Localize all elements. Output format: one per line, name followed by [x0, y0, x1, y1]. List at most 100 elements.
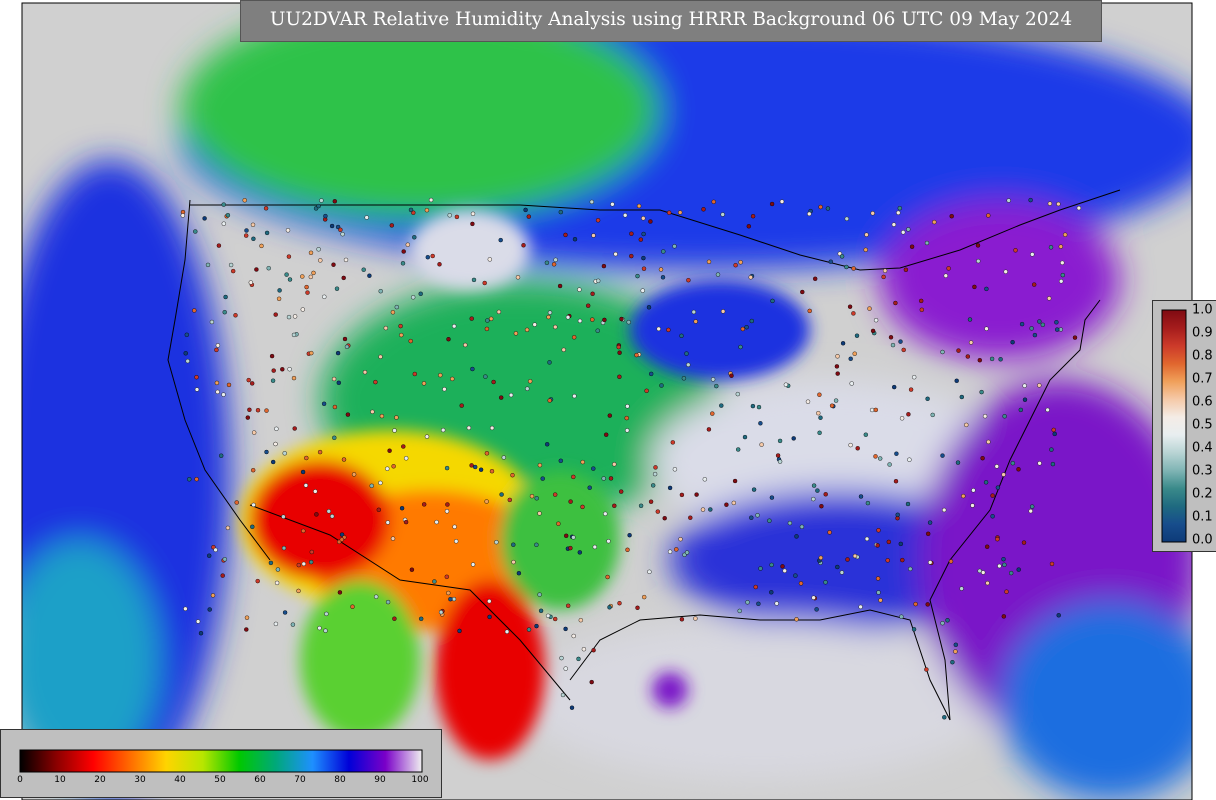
station-dot	[835, 564, 840, 570]
station-dot	[666, 327, 671, 333]
station-dot	[1050, 461, 1056, 467]
station-dot	[422, 502, 427, 507]
station-dot	[508, 392, 514, 398]
station-dot	[470, 366, 475, 372]
station-dot	[858, 604, 863, 610]
station-dot	[848, 442, 853, 448]
station-dot	[187, 477, 192, 482]
station-dot	[1006, 198, 1011, 203]
obs-tick: 0.6	[1192, 394, 1213, 410]
station-dot	[919, 307, 924, 312]
station-dot	[247, 407, 252, 412]
station-dot	[335, 350, 341, 356]
station-dot	[750, 403, 756, 409]
station-dot	[324, 611, 329, 617]
station-dot	[1002, 562, 1007, 567]
station-dot	[678, 537, 683, 542]
station-dot	[515, 275, 521, 280]
station-dot	[959, 586, 964, 591]
station-dot	[601, 476, 606, 481]
station-dot	[767, 518, 772, 523]
station-dot	[591, 466, 596, 471]
station-dot	[332, 435, 337, 440]
station-dot	[638, 237, 643, 242]
station-dot	[563, 666, 568, 671]
station-dot	[950, 660, 955, 665]
station-dot	[984, 326, 989, 331]
station-dot	[412, 371, 417, 377]
station-dot	[296, 562, 301, 568]
station-dot	[546, 314, 551, 320]
station-dot	[736, 447, 741, 452]
station-dot	[233, 313, 238, 318]
humidity-analysis-map	[0, 0, 1216, 800]
station-dot	[202, 216, 207, 221]
station-dot	[817, 392, 822, 397]
station-dot	[534, 542, 539, 547]
station-dot	[259, 243, 264, 249]
station-dot	[457, 628, 462, 634]
station-dot	[908, 387, 914, 392]
station-dot	[424, 434, 430, 439]
station-dot	[576, 656, 581, 662]
station-dot	[521, 243, 526, 248]
station-dot	[610, 202, 615, 207]
station-dot	[876, 528, 881, 533]
station-dot	[750, 213, 756, 219]
station-dot	[421, 381, 427, 386]
station-dot	[972, 284, 977, 290]
station-dot	[891, 222, 897, 227]
station-dot	[291, 375, 297, 381]
station-dot	[507, 497, 512, 503]
station-dot	[815, 488, 820, 493]
station-dot	[251, 430, 257, 435]
station-dot	[800, 289, 805, 295]
station-dot	[469, 316, 474, 321]
station-dot	[635, 605, 640, 610]
station-dot	[322, 294, 327, 299]
station-dot	[942, 715, 947, 720]
station-dot	[881, 274, 886, 280]
station-dot	[526, 627, 532, 632]
station-dot	[498, 237, 503, 243]
station-dot	[255, 578, 260, 584]
station-dot	[245, 415, 251, 420]
station-dot	[642, 594, 647, 600]
station-dot	[640, 288, 645, 293]
station-dot	[940, 349, 945, 355]
station-dot	[209, 319, 215, 325]
station-dot	[448, 597, 453, 602]
station-dot	[839, 570, 845, 575]
station-dot	[744, 325, 749, 330]
station-dot	[634, 352, 639, 358]
station-dot	[270, 378, 276, 383]
station-dot	[553, 616, 558, 622]
station-dot	[629, 231, 634, 236]
station-dot	[971, 488, 976, 493]
station-dot	[733, 263, 738, 268]
station-dot	[586, 303, 591, 308]
texas-green-field	[500, 470, 620, 610]
station-dot	[408, 338, 413, 344]
station-dot	[845, 557, 850, 562]
station-dot	[1062, 232, 1068, 237]
station-dot	[926, 531, 931, 536]
station-dot	[867, 306, 872, 311]
station-dot	[898, 541, 903, 547]
station-dot	[438, 610, 444, 615]
station-dot	[679, 333, 684, 338]
station-dot	[924, 667, 929, 672]
station-dot	[711, 199, 716, 205]
station-dot	[276, 296, 282, 301]
station-dot	[254, 267, 259, 272]
station-dot	[220, 573, 225, 578]
station-dot	[331, 262, 336, 267]
station-dot	[450, 376, 455, 382]
station-dot	[887, 462, 892, 467]
station-dot	[292, 314, 298, 319]
station-dot	[1016, 567, 1021, 572]
station-dot	[617, 374, 622, 379]
station-dot	[251, 236, 256, 242]
station-dot	[787, 520, 793, 526]
station-dot	[337, 590, 343, 595]
